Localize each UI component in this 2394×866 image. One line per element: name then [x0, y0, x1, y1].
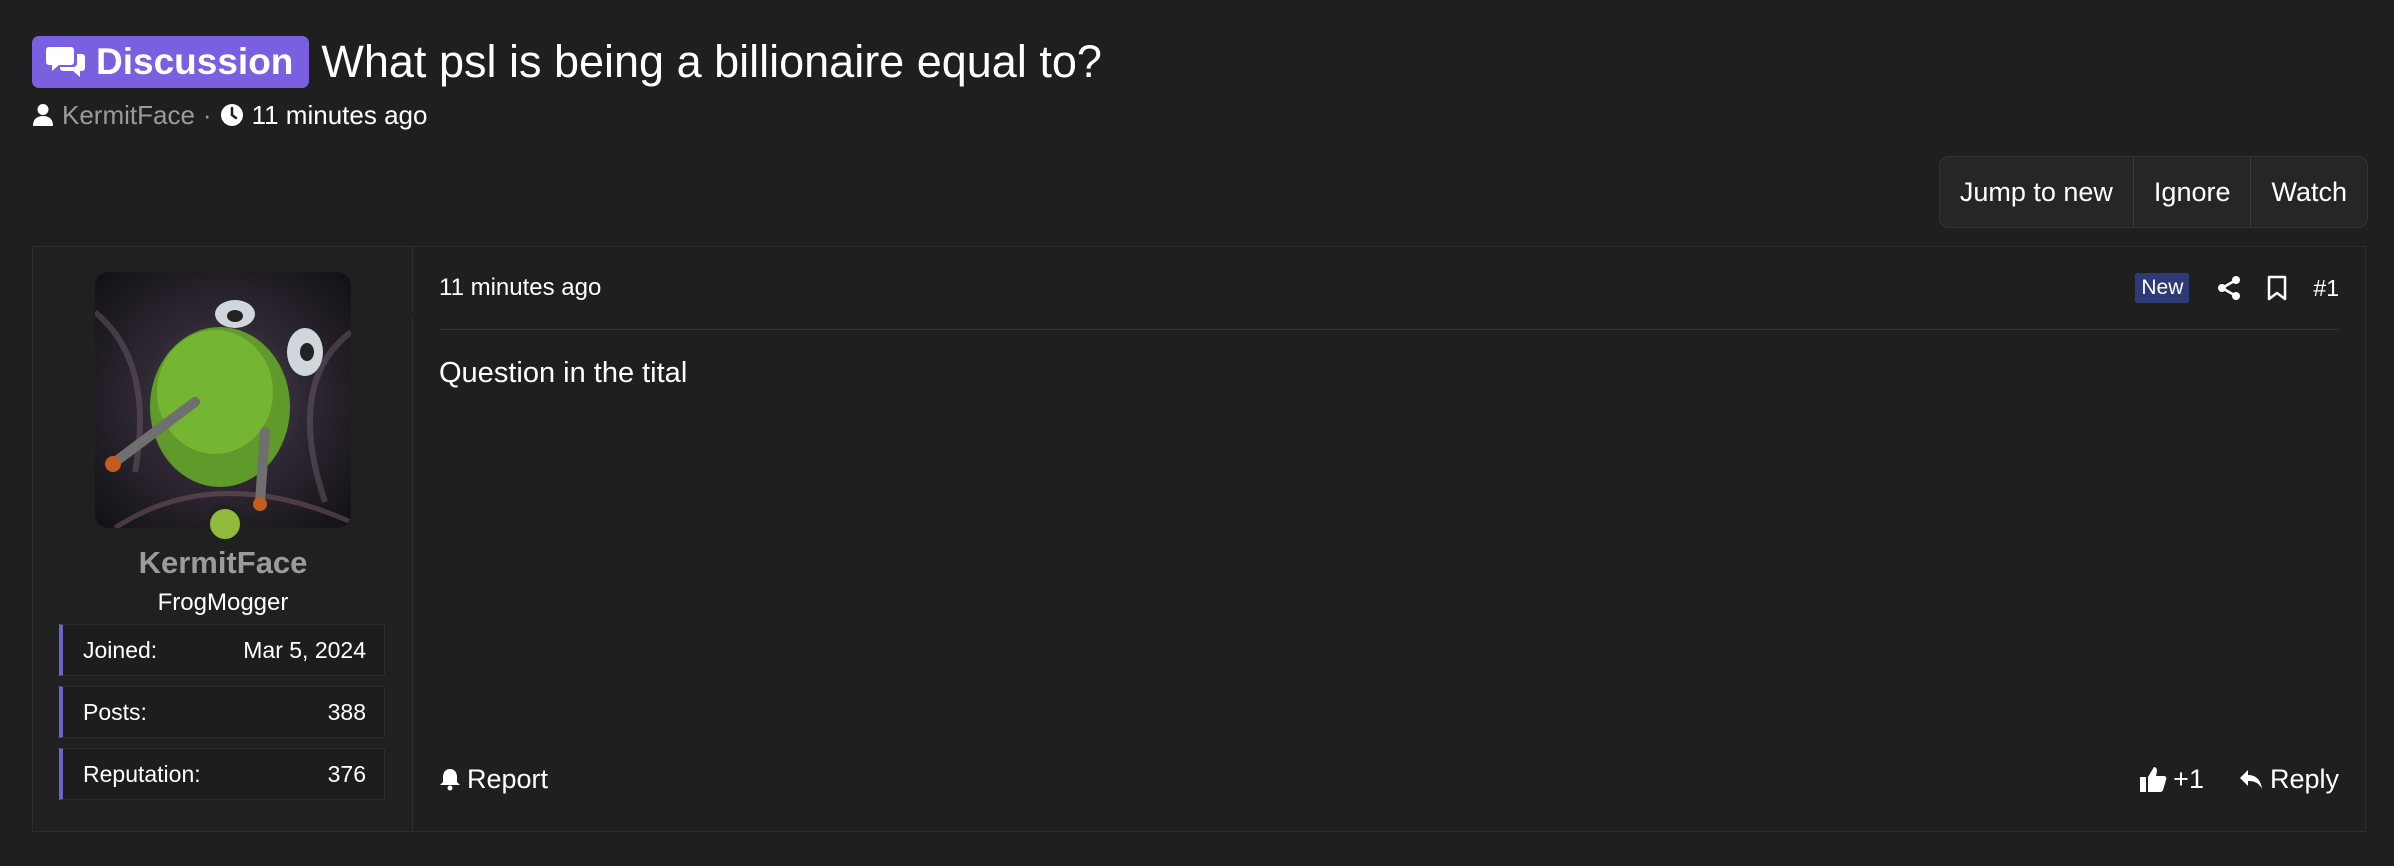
stat-label: Joined:	[83, 636, 158, 663]
stat-value: 388	[327, 698, 366, 725]
stat-label: Posts:	[83, 698, 147, 725]
chat-bubbles-icon	[46, 47, 85, 77]
post-footer-actions: +1 Reply	[2105, 764, 2339, 795]
thread-meta: KermitFace · 11 minutes ago	[32, 98, 427, 132]
thread-title-row: Discussion What psl is being a billionai…	[32, 36, 1102, 88]
prefix-label: Discussion	[96, 41, 294, 82]
user-title: FrogMogger	[157, 589, 289, 616]
new-badge: New	[2135, 273, 2190, 303]
user-stat-posts: Posts: 388	[59, 686, 385, 738]
reply-button[interactable]: Reply	[2238, 764, 2339, 795]
post-header: 11 minutes ago New #1	[439, 247, 2339, 330]
post-date-link[interactable]: 11 minutes ago	[439, 274, 601, 302]
user-stat-reputation: Reputation: 376	[59, 748, 385, 800]
reply-icon	[2239, 770, 2262, 789]
meta-separator: ·	[202, 99, 212, 130]
jump-to-new-button[interactable]: Jump to new	[1940, 157, 2134, 227]
page-title: What psl is being a billionaire equal to…	[321, 36, 1102, 87]
post-message: KermitFace FrogMogger Joined: Mar 5, 202…	[32, 246, 2366, 832]
avatar[interactable]	[95, 272, 351, 528]
post-header-actions: New #1	[2135, 273, 2339, 303]
user-icon	[33, 104, 53, 126]
stat-value: Mar 5, 2024	[243, 636, 366, 663]
report-label: Report	[467, 763, 549, 794]
bookmark-icon[interactable]	[2267, 275, 2287, 301]
thread-action-buttons: Jump to new Ignore Watch	[1938, 156, 2368, 228]
report-button[interactable]: Report	[439, 764, 548, 795]
online-status-indicator	[206, 505, 244, 543]
reaction-count: +1	[2173, 763, 2204, 794]
post-username[interactable]: KermitFace	[33, 545, 413, 581]
post-footer: Report +1 Reply	[439, 759, 2339, 799]
post-user-panel: KermitFace FrogMogger Joined: Mar 5, 202…	[33, 247, 425, 831]
thumbs-up-icon	[2140, 767, 2167, 792]
post-content: 11 minutes ago New #1 Question in the ti…	[413, 247, 2365, 831]
watch-button[interactable]: Watch	[2251, 157, 2367, 227]
clock-icon	[220, 104, 243, 126]
ignore-button[interactable]: Ignore	[2134, 157, 2252, 227]
thread-author-link[interactable]: KermitFace	[62, 100, 195, 131]
like-button[interactable]: +1	[2139, 764, 2204, 795]
post-body-text: Question in the tital	[439, 357, 688, 389]
discussion-prefix-badge[interactable]: Discussion	[32, 36, 310, 88]
stat-value: 376	[327, 760, 366, 787]
user-stat-joined: Joined: Mar 5, 2024	[59, 624, 385, 676]
reply-label: Reply	[2269, 763, 2339, 794]
thread-time-link[interactable]: 11 minutes ago	[252, 100, 428, 131]
post-number-link[interactable]: #1	[2313, 275, 2339, 302]
share-icon[interactable]	[2217, 275, 2241, 301]
bell-icon	[440, 769, 460, 791]
avatar-image	[95, 272, 351, 528]
stat-label: Reputation:	[83, 760, 201, 787]
